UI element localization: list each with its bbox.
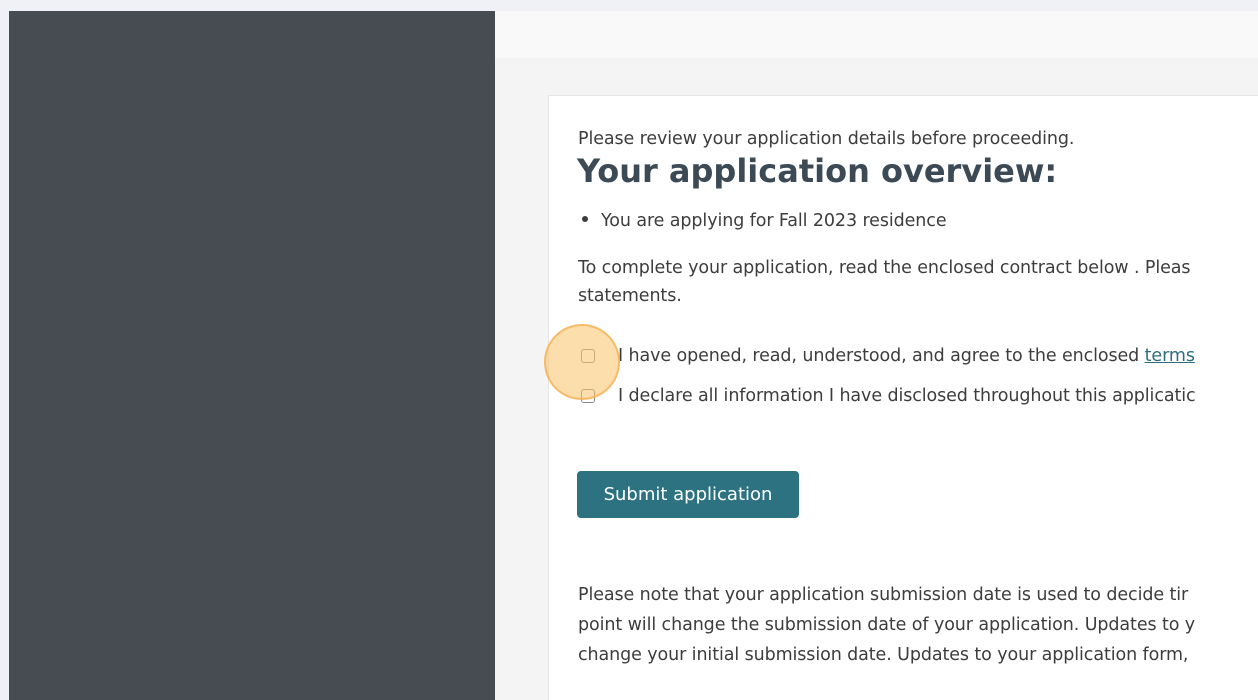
- agree-terms-label: I have opened, read, understood, and agr…: [618, 346, 1195, 366]
- instruction-line-1: To complete your application, read the e…: [578, 258, 1191, 278]
- instruction-line-2: statements.: [578, 286, 682, 306]
- agree-terms-label-text: I have opened, read, understood, and agr…: [618, 346, 1145, 366]
- terms-link[interactable]: terms: [1145, 346, 1195, 366]
- agree-terms-checkbox[interactable]: [581, 349, 595, 363]
- instruction-text: To complete your application, read the e…: [578, 254, 1191, 310]
- bullet-icon: [582, 216, 588, 222]
- note-line-2: point will change the submission date of…: [578, 615, 1196, 635]
- note-line-1: Please note that your application submis…: [578, 585, 1189, 605]
- application-card: Please review your application details b…: [544, 95, 1258, 700]
- page-title: Your application overview:: [577, 152, 1058, 190]
- sidebar: [9, 11, 495, 700]
- main-panel: Please review your application details b…: [495, 11, 1258, 700]
- submit-application-button[interactable]: Submit application: [577, 471, 799, 518]
- list-item-label: You are applying for Fall 2023 residence: [601, 211, 947, 231]
- note-line-3: change your initial submission date. Upd…: [578, 645, 1189, 665]
- list-item: You are applying for Fall 2023 residence: [582, 211, 947, 231]
- declare-info-checkbox[interactable]: [581, 389, 595, 403]
- app-window: Please review your application details b…: [9, 11, 1258, 700]
- declare-info-label: I declare all information I have disclos…: [618, 386, 1196, 406]
- submission-note: Please note that your application submis…: [578, 580, 1195, 670]
- intro-text: Please review your application details b…: [578, 129, 1075, 149]
- top-bar: [495, 11, 1258, 58]
